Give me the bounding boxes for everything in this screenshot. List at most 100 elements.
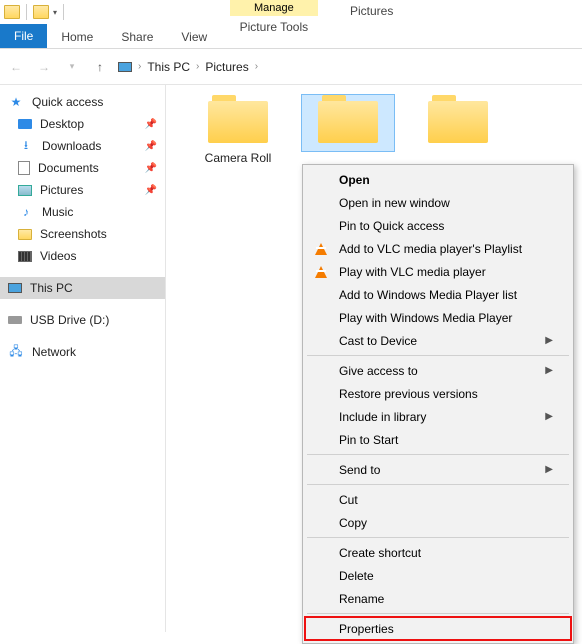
contextual-tab-group: Manage Picture Tools: [230, 0, 318, 38]
vlc-icon: [313, 241, 329, 257]
sidebar-item-music[interactable]: ♪ Music: [0, 201, 165, 223]
menu-item[interactable]: Cut: [305, 488, 571, 511]
pin-icon: 📌: [145, 119, 157, 130]
navigation-pane: ★ Quick access Desktop📌 ⭳ Downloads 📌 Docu…: [0, 85, 166, 632]
menu-item[interactable]: Delete: [305, 564, 571, 587]
breadcrumb[interactable]: › This PC › Pictures ›: [118, 60, 258, 74]
tab-share[interactable]: Share: [107, 26, 167, 48]
forward-button[interactable]: →: [34, 57, 54, 77]
sidebar-label: Documents: [38, 161, 99, 175]
sidebar-item-videos[interactable]: Videos: [0, 245, 165, 267]
menu-item[interactable]: Restore previous versions: [305, 382, 571, 405]
up-button[interactable]: ↑: [90, 57, 110, 77]
qat-dropdown-icon[interactable]: ▾: [53, 8, 57, 17]
menu-item-label: Send to: [339, 463, 380, 477]
sidebar-quick-access[interactable]: ★ Quick access: [0, 91, 165, 113]
video-icon: [18, 251, 32, 262]
back-button[interactable]: ←: [6, 57, 26, 77]
menu-item-label: Play with Windows Media Player: [339, 311, 512, 325]
sidebar-item-pictures[interactable]: Pictures📌: [0, 179, 165, 201]
sidebar-item-desktop[interactable]: Desktop📌: [0, 113, 165, 135]
folder-icon: [318, 95, 378, 143]
menu-item-label: Create shortcut: [339, 546, 421, 560]
separator: [63, 4, 64, 20]
menu-separator: [307, 484, 569, 485]
menu-item-label: Play with VLC media player: [339, 265, 486, 279]
menu-item[interactable]: Include in library▶: [305, 405, 571, 428]
contextual-group-label: Manage: [230, 0, 318, 16]
qat-button[interactable]: [33, 5, 49, 19]
menu-item[interactable]: Add to Windows Media Player list: [305, 283, 571, 306]
folder-item[interactable]: [302, 95, 394, 151]
menu-item-label: Give access to: [339, 364, 418, 378]
sidebar-label: Music: [42, 205, 73, 219]
usb-icon: [8, 316, 22, 324]
star-icon: ★: [8, 94, 24, 110]
menu-item-label: Add to VLC media player's Playlist: [339, 242, 522, 256]
chevron-right-icon: ▶: [545, 335, 553, 346]
menu-item-label: Cast to Device: [339, 334, 417, 348]
sidebar-network[interactable]: 🖧 Network: [0, 341, 165, 363]
sidebar-label: Downloads: [42, 139, 101, 153]
recent-locations-dropdown[interactable]: ▾: [62, 57, 82, 77]
sidebar-label: Screenshots: [40, 227, 107, 241]
network-icon: 🖧: [8, 344, 24, 360]
sidebar-label: This PC: [30, 281, 73, 295]
chevron-right-icon[interactable]: ›: [138, 61, 141, 72]
folder-icon: [428, 95, 488, 143]
chevron-right-icon: ▶: [545, 464, 553, 475]
menu-item[interactable]: Send to ▶: [305, 458, 571, 481]
menu-item[interactable]: Play with VLC media player: [305, 260, 571, 283]
pictures-icon: [18, 185, 32, 196]
breadcrumb-item[interactable]: Pictures: [205, 60, 248, 74]
menu-item-label: Cut: [339, 493, 358, 507]
folder-item[interactable]: Camera Roll: [192, 95, 284, 165]
breadcrumb-item[interactable]: This PC: [147, 60, 190, 74]
menu-item[interactable]: Create shortcut: [305, 541, 571, 564]
sidebar-usb-drive[interactable]: USB Drive (D:): [0, 309, 165, 331]
sidebar-item-documents[interactable]: Documents 📌: [0, 157, 165, 179]
sidebar-label: USB Drive (D:): [30, 313, 109, 327]
menu-item[interactable]: Pin to Quick access: [305, 214, 571, 237]
menu-item-label: Include in library: [339, 410, 426, 424]
ribbon-tabs: File Home Share View Manage Picture Tool…: [0, 24, 582, 48]
folder-icon: [18, 229, 32, 240]
menu-separator: [307, 613, 569, 614]
menu-item[interactable]: Pin to Start: [305, 428, 571, 451]
sidebar-label: Network: [32, 345, 76, 359]
menu-item[interactable]: Open: [305, 168, 571, 191]
pin-icon: 📌: [145, 141, 157, 152]
chevron-right-icon[interactable]: ›: [196, 61, 199, 72]
menu-item-label: Properties: [339, 622, 394, 636]
tab-view[interactable]: View: [167, 26, 221, 48]
menu-item-label: Rename: [339, 592, 384, 606]
menu-item[interactable]: Open in new window: [305, 191, 571, 214]
vlc-icon: [313, 264, 329, 280]
menu-item[interactable]: Cast to Device ▶: [305, 329, 571, 352]
download-icon: ⭳: [18, 138, 34, 154]
menu-item[interactable]: Give access to▶: [305, 359, 571, 382]
chevron-right-icon[interactable]: ›: [255, 61, 258, 72]
folder-label: Camera Roll: [205, 151, 272, 165]
menu-item[interactable]: Copy: [305, 511, 571, 534]
window-title: Pictures: [350, 4, 393, 18]
navigation-bar: ← → ▾ ↑ › This PC › Pictures ›: [0, 49, 582, 85]
music-icon: ♪: [18, 204, 34, 220]
menu-item-label: Add to Windows Media Player list: [339, 288, 517, 302]
menu-item[interactable]: Add to VLC media player's Playlist: [305, 237, 571, 260]
sidebar-item-downloads[interactable]: ⭳ Downloads 📌: [0, 135, 165, 157]
tab-home[interactable]: Home: [47, 26, 107, 48]
sidebar-label: Quick access: [32, 95, 103, 109]
folder-item[interactable]: [412, 95, 504, 151]
pin-icon: 📌: [145, 163, 157, 174]
menu-item-label: Restore previous versions: [339, 387, 478, 401]
menu-item-label: Open in new window: [339, 196, 450, 210]
file-tab[interactable]: File: [0, 24, 47, 48]
menu-item[interactable]: Rename: [305, 587, 571, 610]
desktop-icon: [18, 119, 32, 129]
tab-picture-tools[interactable]: Picture Tools: [234, 16, 314, 38]
menu-item[interactable]: Properties: [305, 617, 571, 640]
sidebar-this-pc[interactable]: This PC: [0, 277, 165, 299]
menu-item[interactable]: Play with Windows Media Player: [305, 306, 571, 329]
sidebar-item-screenshots[interactable]: Screenshots: [0, 223, 165, 245]
